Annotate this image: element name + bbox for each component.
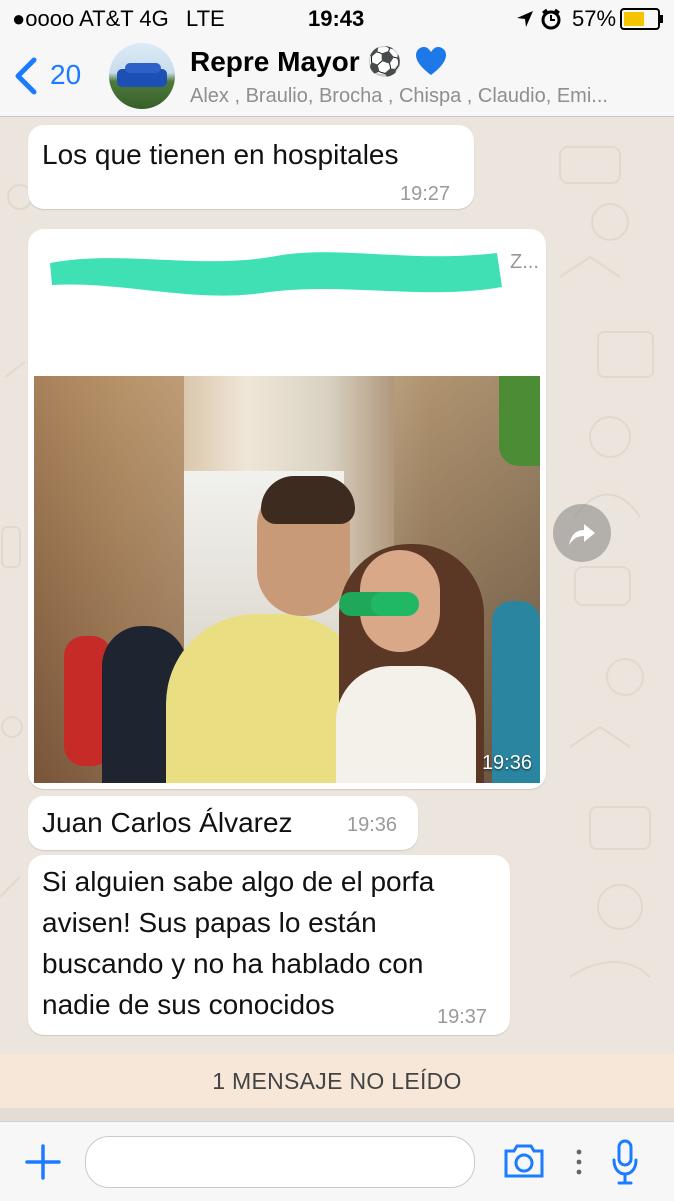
message-bubble-3[interactable]: Juan Carlos Álvarez 19:36 — [28, 796, 418, 850]
back-button[interactable]: 20 — [12, 55, 92, 97]
clock: 19:43 — [308, 6, 365, 31]
group-members: Alex , Braulio, Brocha , Chispa , Claudi… — [190, 85, 608, 107]
message-time: 19:37 — [437, 1006, 488, 1028]
message-bubble-1[interactable]: Los que tienen en hospitales 19:27 — [28, 125, 474, 209]
redaction-mark — [50, 252, 502, 296]
link-preview[interactable]: Z... — [36, 237, 539, 367]
shared-photo[interactable]: 19:36 — [34, 376, 540, 783]
message-composer — [0, 1121, 674, 1201]
group-title[interactable]: Repre Mayor ⚽ — [190, 45, 448, 78]
message-time: 19:36 — [347, 814, 398, 836]
forward-arrow-icon — [569, 524, 595, 545]
status-bar: ●oooo AT&T 4G LTE 19:43 57% — [0, 0, 674, 38]
unread-count: 20 — [50, 59, 82, 90]
message-line-3: buscando y no ha hablado con — [42, 948, 424, 979]
chat-area[interactable]: Los que tienen en hospitales 19:27 Z... — [0, 117, 674, 1054]
battery-icon — [620, 8, 663, 30]
message-text: Juan Carlos Álvarez — [42, 807, 293, 838]
heart-icon — [416, 47, 447, 75]
message-line-1: Si alguien sabe algo de el porfa — [42, 866, 435, 897]
message-line-4: nadie de sus conocidos — [42, 989, 335, 1020]
group-avatar[interactable] — [109, 43, 175, 109]
back-chevron-icon — [15, 57, 37, 95]
group-title-text: Repre Mayor ⚽ — [190, 46, 403, 77]
forward-button[interactable] — [553, 504, 611, 562]
location-arrow-icon — [517, 11, 533, 27]
link-preview-text: Z... — [510, 251, 539, 273]
photo-time: 19:36 — [481, 752, 532, 774]
message-time: 19:27 — [400, 183, 451, 205]
unread-banner: 1 MENSAJE NO LEÍDO — [0, 1054, 674, 1108]
plus-icon[interactable] — [25, 1144, 61, 1180]
message-line-2: avisen! Sus papas lo están — [42, 907, 377, 938]
camera-icon[interactable] — [502, 1141, 546, 1181]
message-input[interactable] — [85, 1136, 475, 1188]
message-bubble-4[interactable]: Si alguien sabe algo de el porfa avisen!… — [28, 855, 510, 1035]
message-text: Los que tienen en hospitales — [42, 139, 399, 170]
image-message-bubble[interactable]: Z... 19:36 — [28, 229, 546, 789]
battery-percent: 57% — [572, 6, 617, 31]
vertical-dots-icon[interactable] — [575, 1148, 583, 1176]
chat-header: 20 Repre Mayor ⚽ Alex , Braulio, Brocha … — [0, 38, 674, 117]
microphone-icon[interactable] — [610, 1138, 640, 1186]
alarm-icon — [541, 8, 561, 30]
carrier-label: ●oooo AT&T 4G — [12, 6, 169, 31]
network-label: LTE — [186, 6, 225, 31]
